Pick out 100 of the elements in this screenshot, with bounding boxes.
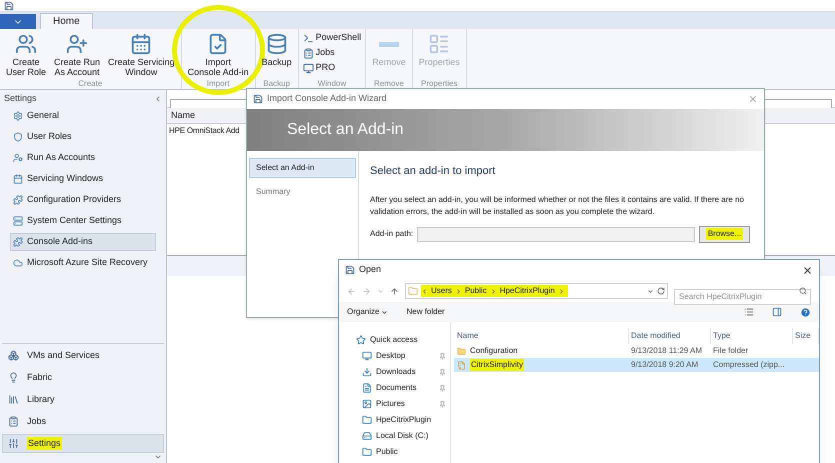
pin-icon[interactable]	[439, 400, 446, 408]
ribbon-group-label: Create	[77, 79, 104, 89]
collapse-icon[interactable]	[154, 94, 162, 102]
folder-icon	[362, 447, 372, 457]
pin-icon[interactable]	[439, 368, 446, 376]
description-text: After you select an add-in, you will be informed whether or not the files it contains are valid. If there are no validation errors, the add-in will be installed as soon as you complete the wizard.	[370, 194, 745, 218]
refresh-icon[interactable]	[657, 287, 665, 295]
workspace-button[interactable]: Settings	[2, 434, 164, 453]
pin-icon[interactable]	[439, 352, 446, 360]
ribbon-button[interactable]: Create Run As Account	[52, 29, 102, 79]
sliders-icon	[8, 438, 19, 449]
ribbon-button[interactable]: Import Console Add-in	[186, 29, 251, 79]
toolbar-button[interactable]: Organize	[347, 306, 388, 318]
server-icon	[13, 216, 23, 226]
separator-icon	[558, 288, 565, 294]
up-icon[interactable]	[390, 286, 399, 296]
settings-item[interactable]: User Roles	[10, 128, 156, 146]
pin-icon[interactable]	[439, 384, 446, 392]
folder-icon	[457, 346, 466, 356]
settings-item[interactable]: System Center Settings	[10, 212, 156, 230]
zip-file-icon	[457, 360, 466, 370]
more-caret-icon[interactable]	[154, 453, 162, 461]
picture-icon	[362, 399, 372, 409]
puzzle-icon	[13, 195, 23, 205]
app-icon	[253, 94, 263, 104]
lightbulb-icon	[8, 372, 19, 383]
app-icon	[345, 265, 355, 275]
calendar-icon	[13, 174, 23, 184]
nav-item[interactable]: Downloads	[362, 366, 450, 378]
download-icon	[362, 367, 372, 377]
settings-item[interactable]: Servicing Windows	[10, 170, 156, 188]
ribbon-group-label: Remove	[373, 79, 405, 89]
calendar-icon	[130, 33, 152, 55]
section-heading: Select an add-in to import	[370, 164, 496, 179]
ribbon-group-label: Backup	[262, 79, 291, 89]
books-icon	[8, 394, 19, 405]
nav-item[interactable]: HpeCitrixPlugin	[362, 414, 450, 426]
document-icon	[362, 383, 372, 393]
ribbon-button[interactable]: Create Servicing Window	[106, 29, 177, 79]
nav-item[interactable]: Quick access	[356, 334, 450, 346]
search-field[interactable]: Search HpeCitrixPlugin	[674, 288, 811, 304]
ribbon-group-label: Window	[316, 79, 348, 89]
clipboard-icon	[8, 416, 19, 427]
preview-pane-icon[interactable]	[772, 307, 782, 317]
settings-item[interactable]: General	[10, 107, 156, 125]
user-gear-icon	[13, 153, 23, 163]
settings-item[interactable]: Console Add-ins	[10, 233, 156, 251]
cloud-icon	[13, 258, 23, 268]
nav-item[interactable]: Desktop	[362, 350, 450, 362]
form-icon	[428, 33, 450, 55]
breadcrumb-item[interactable]: Users	[431, 285, 452, 297]
close-icon[interactable]	[802, 264, 813, 276]
settings-item[interactable]: Configuration Providers	[10, 191, 156, 209]
browse-button[interactable]: Browse...	[699, 226, 750, 242]
view-list-icon[interactable]	[744, 307, 754, 317]
path-field[interactable]	[417, 226, 695, 242]
folder-icon	[362, 415, 372, 425]
ribbon-small-button[interactable]: PRO	[302, 61, 362, 75]
file-row[interactable]: Configuration 9/13/2018 11:29 AM File folder	[454, 344, 819, 358]
shield-icon	[13, 132, 23, 142]
breadcrumb-item[interactable]: Public	[464, 285, 487, 297]
star-icon	[356, 335, 366, 345]
workspace-button[interactable]: Fabric	[2, 368, 164, 387]
ribbon-small-button[interactable]: PowerShell	[302, 31, 362, 45]
search-icon	[799, 287, 807, 295]
wizard-header: Select an Add-in	[247, 109, 764, 151]
dropdown-icon[interactable]	[647, 288, 654, 294]
ribbon-small-button[interactable]: Jobs	[302, 46, 362, 60]
settings-item[interactable]: Microsoft Azure Site Recovery	[10, 254, 156, 272]
user-plus-icon	[66, 33, 88, 55]
separator-icon	[454, 288, 462, 294]
workspace-button[interactable]: VMs and Services	[2, 346, 164, 365]
wizard-step[interactable]: Summary	[249, 182, 356, 202]
ribbon-group-label: Import	[206, 79, 230, 89]
nav-item[interactable]: Documents	[362, 382, 450, 394]
nav-item[interactable]: Local Disk (C:)	[362, 430, 450, 442]
workspace-button[interactable]: Library	[2, 390, 164, 409]
column-header[interactable]: Size	[793, 328, 819, 344]
workspace-button[interactable]: Jobs	[2, 412, 164, 431]
breadcrumb-item[interactable]: HpeCitrixPlugin	[500, 285, 555, 297]
overflow-chevron-icon[interactable]	[421, 288, 428, 294]
ribbon-button[interactable]: Create User Role	[4, 29, 48, 79]
column-header[interactable]: Name	[451, 328, 629, 344]
ribbon-tab[interactable]: Home	[40, 13, 93, 29]
gear-icon	[13, 111, 23, 121]
nav-item[interactable]: Pictures	[362, 398, 450, 410]
settings-item[interactable]: Run As Accounts	[10, 149, 156, 167]
file-row[interactable]: CitrixSimplivity 9/13/2018 9:20 AM Compressed (zipp...	[454, 358, 819, 372]
field-label: Add-in path:	[370, 228, 414, 240]
checklist-document-icon	[207, 33, 230, 55]
help-icon[interactable]	[800, 306, 811, 318]
column-header[interactable]: Type	[711, 328, 793, 344]
wizard-step[interactable]: Select an Add-in	[249, 158, 356, 178]
toolbar-button[interactable]: New folder	[406, 306, 445, 318]
pane-title: Settings	[4, 92, 37, 105]
window-title: Import Console Add-in Wizard	[267, 92, 387, 106]
column-header[interactable]: Date modified	[629, 328, 711, 344]
users-icon	[15, 33, 37, 55]
nav-item[interactable]: Public	[362, 446, 450, 458]
address-bar[interactable]: Users Public HpeCitrixPlugin	[405, 283, 668, 299]
